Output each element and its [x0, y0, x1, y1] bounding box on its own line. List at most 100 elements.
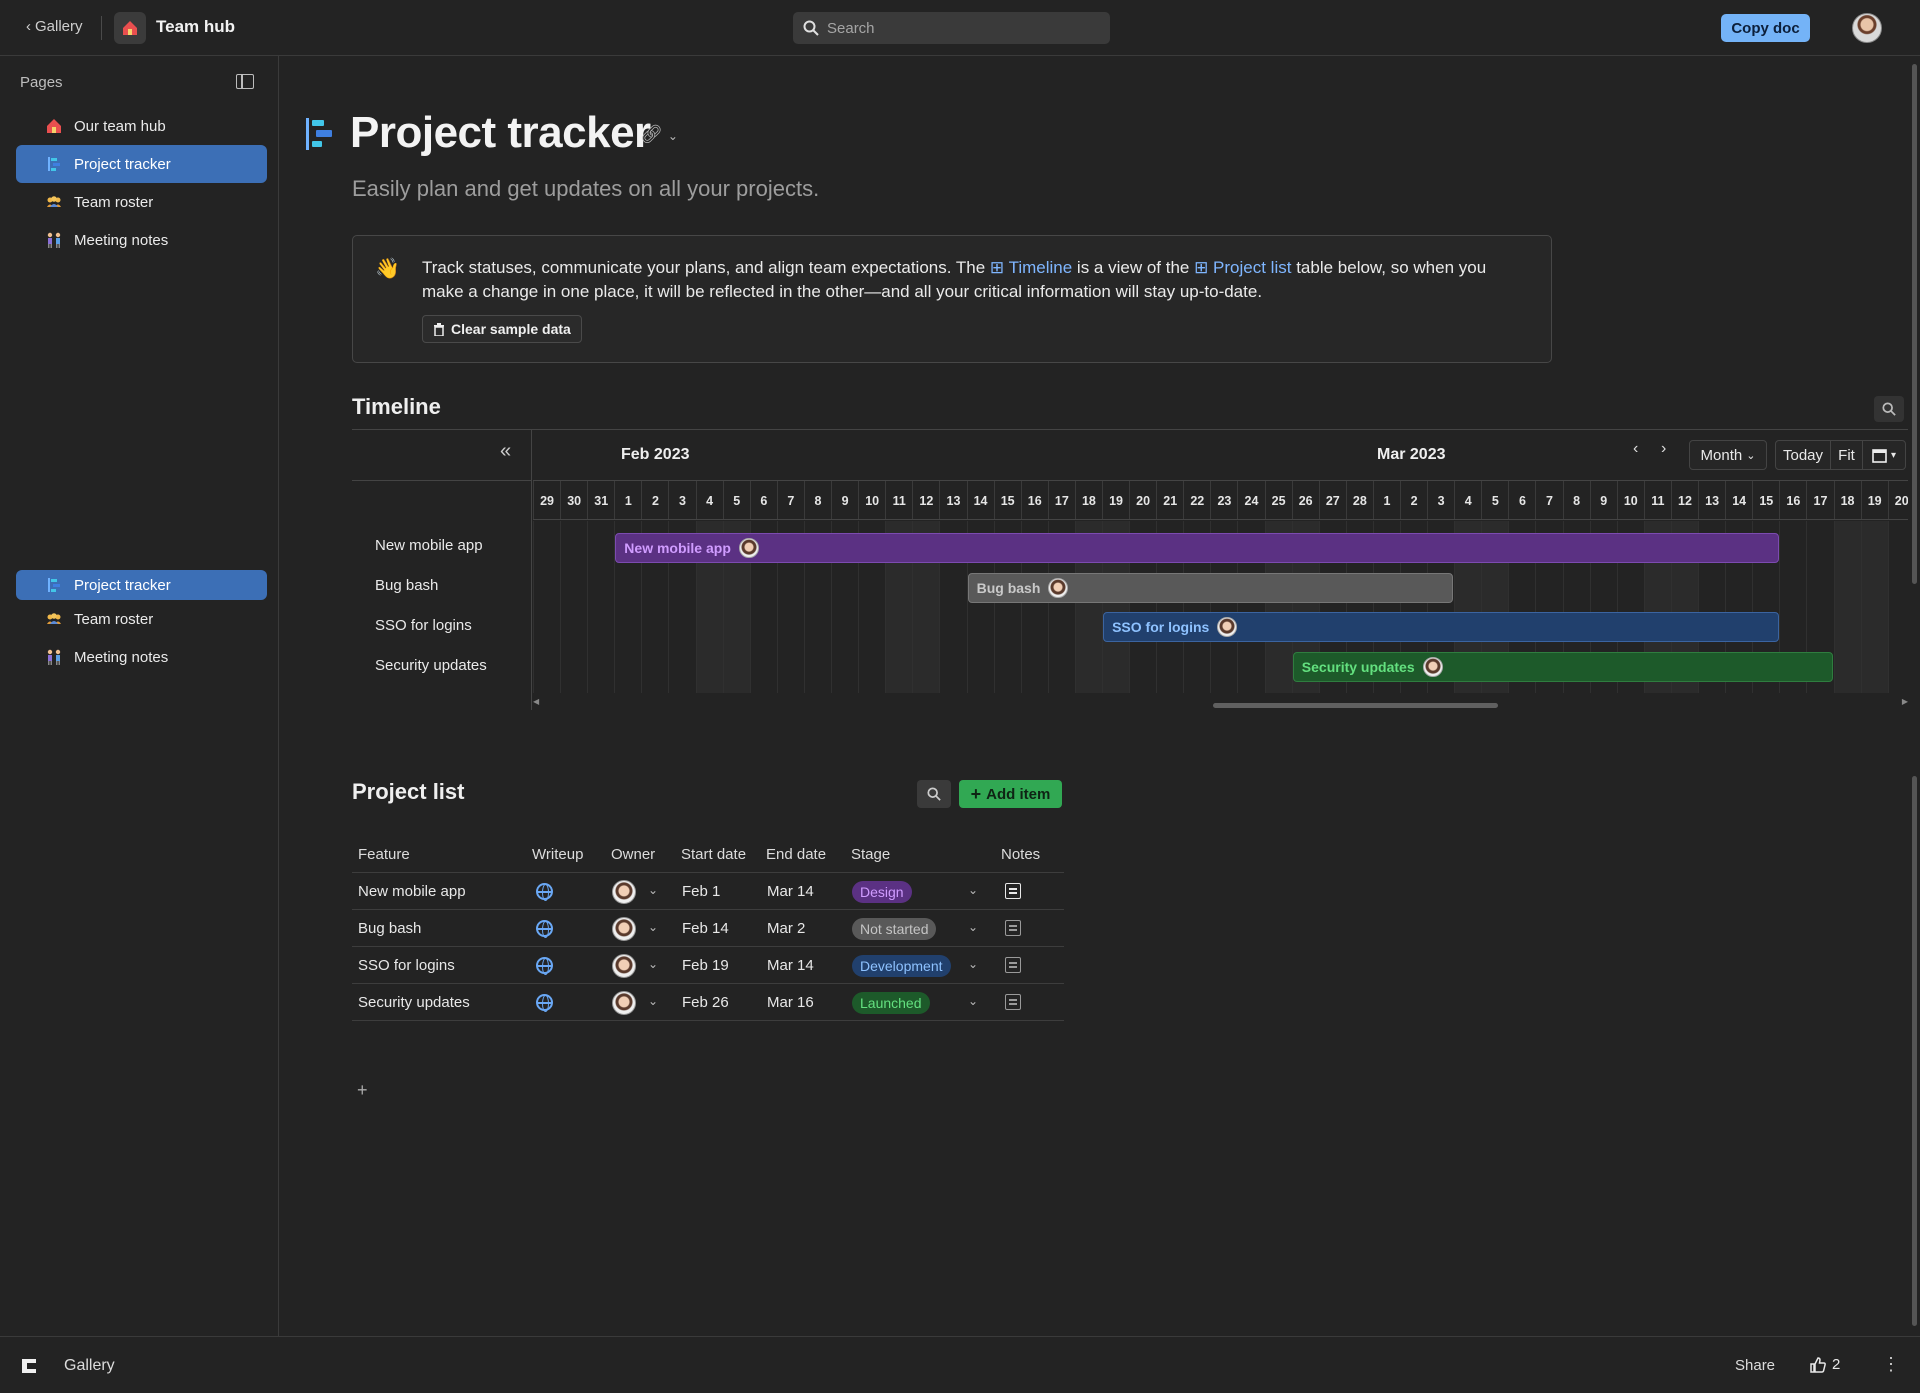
timeline-horizontal-scrollbar[interactable]: ◀ ▶ — [533, 697, 1908, 710]
search-input[interactable] — [827, 19, 1087, 37]
owner-avatar[interactable] — [612, 954, 636, 978]
globe-icon[interactable] — [536, 957, 553, 975]
project-list-link[interactable]: ⊞ Project list — [1194, 258, 1291, 277]
timeline-bar[interactable]: Bug bash — [967, 572, 1454, 603]
stage-badge[interactable]: Design — [852, 881, 912, 903]
feature-cell[interactable]: Bug bash — [358, 920, 421, 937]
column-header-notes[interactable]: Notes — [1001, 846, 1040, 863]
page-vertical-scrollbar[interactable] — [1908, 56, 1920, 1336]
owner-avatar[interactable] — [612, 880, 636, 904]
chevron-down-icon[interactable]: ⌄ — [648, 883, 658, 897]
notes-icon[interactable] — [1005, 957, 1021, 973]
sidebar-item-team-roster[interactable]: Team roster — [16, 600, 267, 638]
copy-doc-button[interactable]: Copy doc — [1721, 14, 1810, 42]
table-row[interactable]: Bug bash ⌄ Feb 14 Mar 2 Not started ⌄ — [352, 910, 1064, 947]
like-button[interactable]: 2 — [1810, 1356, 1840, 1373]
add-item-button[interactable]: + Add item — [959, 780, 1062, 808]
chevron-down-icon[interactable]: ⌄ — [648, 920, 658, 934]
owner-avatar[interactable] — [612, 917, 636, 941]
table-row[interactable]: New mobile app ⌄ Feb 1 Mar 14 Design ⌄ — [352, 873, 1064, 910]
sidebar-toggle-icon[interactable] — [236, 74, 254, 89]
sidebar-item-project-tracker[interactable]: Project tracker — [16, 145, 267, 183]
scrollbar-thumb[interactable] — [1912, 776, 1917, 1326]
feature-cell[interactable]: Security updates — [358, 994, 470, 1011]
end-date-cell[interactable]: Mar 2 — [767, 920, 805, 937]
owner-avatar[interactable] — [612, 991, 636, 1015]
column-header-writeup[interactable]: Writeup — [532, 846, 583, 863]
coda-logo-icon[interactable] — [22, 1359, 36, 1373]
title-actions[interactable]: 🔗︎ ⌄ — [640, 124, 678, 145]
search-box[interactable] — [793, 12, 1110, 44]
start-date-cell[interactable]: Feb 26 — [682, 994, 729, 1011]
stage-badge[interactable]: Not started — [852, 918, 937, 940]
stage-badge[interactable]: Development — [852, 955, 951, 977]
collapse-icon[interactable]: « — [500, 440, 511, 463]
notes-icon[interactable] — [1005, 883, 1021, 899]
globe-icon[interactable] — [536, 883, 553, 901]
chevron-down-icon[interactable]: ⌄ — [968, 883, 978, 897]
scrollbar-thumb[interactable] — [1213, 703, 1498, 708]
project-list-search-button[interactable] — [917, 780, 951, 808]
owner-avatar[interactable] — [738, 538, 759, 558]
end-date-cell[interactable]: Mar 14 — [767, 883, 814, 900]
column-header-stage[interactable]: Stage — [851, 846, 890, 863]
column-header-owner[interactable]: Owner — [611, 846, 655, 863]
timeline-bar[interactable]: SSO for logins — [1103, 612, 1779, 642]
column-header-start-date[interactable]: Start date — [681, 846, 746, 863]
scroll-left-icon[interactable]: ◀ — [533, 697, 539, 706]
today-button[interactable]: Today — [1775, 440, 1831, 470]
start-date-cell[interactable]: Feb 19 — [682, 957, 729, 974]
column-header-feature[interactable]: Feature — [358, 846, 410, 863]
timeline-link[interactable]: ⊞ Timeline — [990, 258, 1072, 277]
chevron-down-icon[interactable]: ⌄ — [648, 957, 658, 971]
timeline-search-button[interactable] — [1874, 396, 1904, 422]
end-date-cell[interactable]: Mar 16 — [767, 994, 814, 1011]
feature-cell[interactable]: SSO for logins — [358, 957, 455, 974]
globe-icon[interactable] — [536, 920, 553, 938]
chevron-down-icon[interactable]: ⌄ — [668, 129, 678, 143]
more-options-icon[interactable]: ⋮ — [1882, 1354, 1900, 1375]
table-row[interactable]: SSO for logins ⌄ Feb 19 Mar 14 Development ⌄ — [352, 947, 1064, 984]
next-period-icon[interactable]: › — [1661, 440, 1666, 458]
chevron-down-icon[interactable]: ⌄ — [968, 994, 978, 1008]
timeline-row-label[interactable]: Security updates — [375, 657, 487, 674]
owner-avatar[interactable] — [1217, 617, 1238, 637]
timeline-bar[interactable]: New mobile app — [615, 533, 1779, 563]
share-button[interactable]: Share — [1735, 1357, 1775, 1374]
link-icon[interactable]: 🔗︎ — [640, 124, 663, 144]
start-date-cell[interactable]: Feb 14 — [682, 920, 729, 937]
timeline-bar[interactable]: Security updates — [1292, 651, 1833, 682]
table-row[interactable]: Security updates ⌄ Feb 26 Mar 16 Launched ⌄ — [352, 984, 1064, 1021]
fit-button[interactable]: Fit — [1830, 440, 1863, 470]
view-scale-select[interactable]: Month ⌄ — [1689, 440, 1767, 470]
clear-sample-data-button[interactable]: Clear sample data — [422, 315, 582, 343]
timeline-row-label[interactable]: Bug bash — [375, 577, 438, 594]
user-avatar[interactable] — [1852, 13, 1882, 43]
owner-avatar[interactable] — [1422, 656, 1443, 677]
date-picker-button[interactable]: ▾ — [1862, 440, 1906, 470]
timeline-row-label[interactable]: New mobile app — [375, 537, 483, 554]
column-header-end-date[interactable]: End date — [766, 846, 826, 863]
chevron-down-icon[interactable]: ⌄ — [968, 957, 978, 971]
start-date-cell[interactable]: Feb 1 — [682, 883, 720, 900]
scrollbar-thumb[interactable] — [1912, 64, 1917, 584]
sidebar-item-team-roster[interactable]: Team roster — [16, 183, 267, 221]
sidebar-item-our-team-hub[interactable]: Our team hub — [16, 107, 267, 145]
globe-icon[interactable] — [536, 994, 553, 1012]
feature-cell[interactable]: New mobile app — [358, 883, 466, 900]
team-hub-house-icon[interactable] — [114, 12, 146, 44]
stage-badge[interactable]: Launched — [852, 992, 930, 1014]
notes-icon[interactable] — [1005, 994, 1021, 1010]
add-row-plus-icon[interactable]: + — [357, 1080, 368, 1101]
end-date-cell[interactable]: Mar 14 — [767, 957, 814, 974]
chevron-down-icon[interactable]: ⌄ — [968, 920, 978, 934]
back-to-gallery-link[interactable]: ‹ Gallery — [26, 18, 83, 35]
footer-gallery-link[interactable]: Gallery — [64, 1357, 115, 1375]
sidebar-item-meeting-notes[interactable]: Meeting notes — [16, 221, 267, 259]
chevron-down-icon[interactable]: ⌄ — [648, 994, 658, 1008]
notes-icon[interactable] — [1005, 920, 1021, 936]
timeline-row-label[interactable]: SSO for logins — [375, 617, 472, 634]
sidebar-item-project-tracker[interactable]: Project tracker — [16, 570, 267, 600]
owner-avatar[interactable] — [1048, 577, 1069, 598]
sidebar-item-meeting-notes[interactable]: Meeting notes — [16, 638, 267, 676]
